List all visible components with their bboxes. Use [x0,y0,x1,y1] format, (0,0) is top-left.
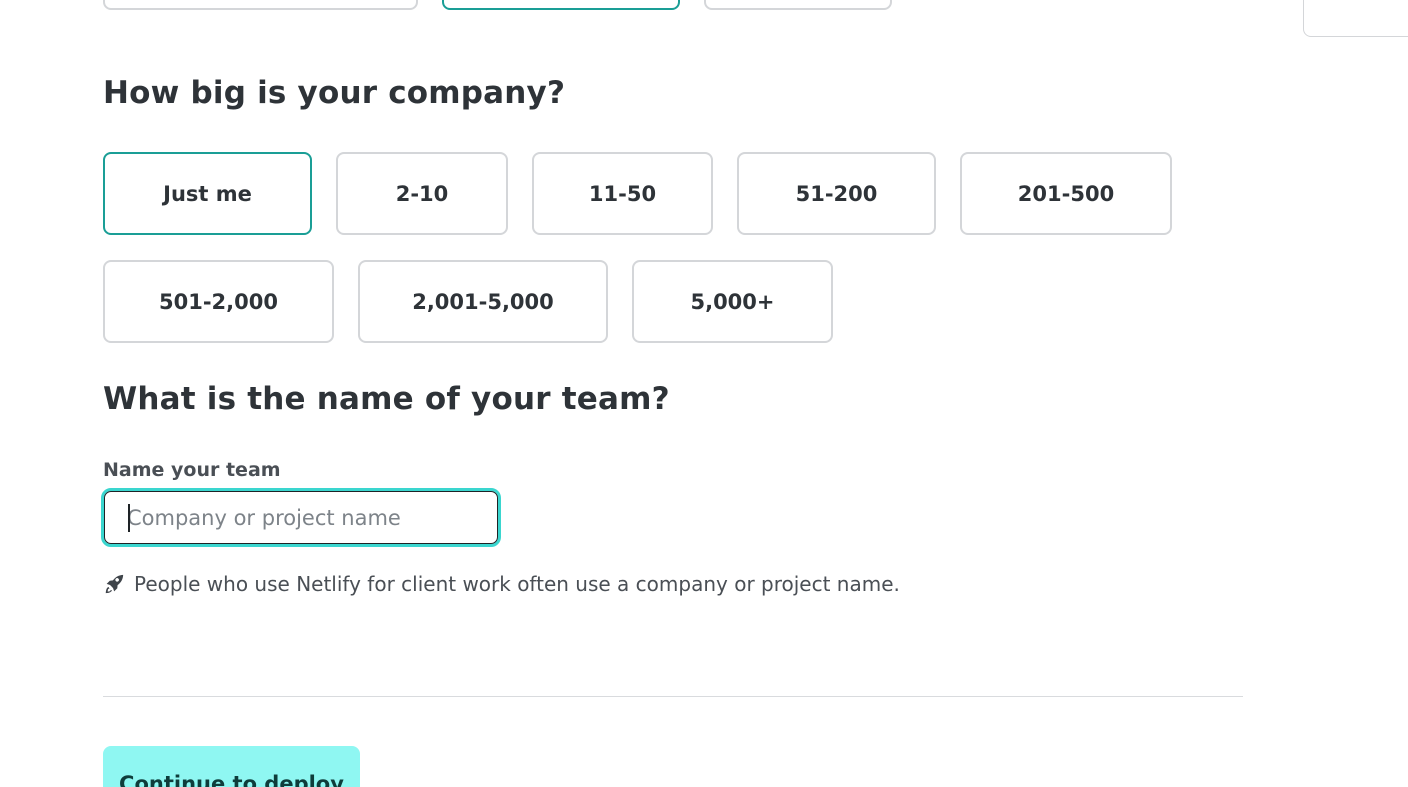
size-option-501-2000[interactable]: 501-2,000 [103,260,334,343]
text-cursor [128,504,130,532]
team-name-hint: People who use Netlify for client work o… [103,572,900,596]
size-option-2-10[interactable]: 2-10 [336,152,508,235]
team-name-heading: What is the name of your team? [103,381,670,417]
previous-option-1[interactable] [103,0,418,10]
previous-option-2-selected[interactable] [442,0,680,10]
previous-option-3[interactable] [704,0,892,10]
company-size-heading: How big is your company? [103,75,566,111]
size-option-51-200[interactable]: 51-200 [737,152,936,235]
size-option-11-50[interactable]: 11-50 [532,152,713,235]
continue-to-deploy-button[interactable]: Continue to deploy [103,746,360,787]
size-option-5000-plus[interactable]: 5,000+ [632,260,833,343]
size-option-201-500[interactable]: 201-500 [960,152,1172,235]
size-option-just-me[interactable]: Just me [103,152,312,235]
size-option-2001-5000[interactable]: 2,001-5,000 [358,260,608,343]
rocket-icon [105,574,124,594]
team-name-hint-text: People who use Netlify for client work o… [134,572,900,596]
team-name-focus-ring [101,488,501,547]
team-name-input[interactable] [104,491,498,544]
section-divider [103,696,1243,697]
team-name-label: Name your team [103,459,281,481]
corner-card [1303,0,1408,37]
